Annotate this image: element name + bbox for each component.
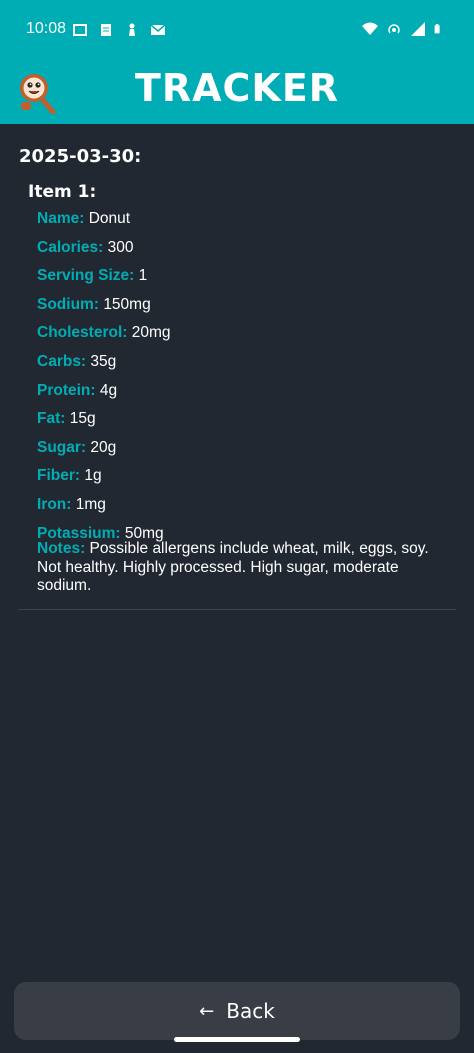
chess-pawn-icon: [129, 23, 135, 36]
field-label: Carbs:: [37, 352, 87, 370]
field-notes: Notes: Possible allergens include wheat,…: [37, 540, 452, 596]
app-header: 10:08 TRACKER: [0, 0, 474, 124]
field-value: 20mg: [131, 324, 171, 342]
field-label: Calories:: [37, 238, 104, 256]
document-icon: [101, 24, 111, 36]
notes-label: Notes:: [37, 540, 86, 557]
back-button-label: Back: [226, 999, 275, 1023]
field-label: Sugar:: [37, 438, 87, 456]
field-label: Serving Size:: [37, 267, 135, 285]
field-label: Protein:: [37, 381, 96, 399]
field-sugar: Sugar: 20g: [37, 437, 452, 466]
field-label: Potassium:: [37, 524, 121, 542]
status-bar: 10:08: [0, 0, 474, 60]
field-name: Name: Donut: [37, 208, 452, 237]
mail-icon: [150, 24, 166, 35]
field-value: 20g: [90, 438, 117, 456]
status-notification-icons: [72, 22, 166, 38]
field-serving-size: Serving Size: 1: [37, 265, 452, 294]
field-fat: Fat: 15g: [37, 408, 452, 437]
signal-icon: [411, 22, 425, 36]
field-label: Fiber:: [37, 467, 81, 485]
wifi-icon: [362, 22, 378, 35]
screenshot-icon: [73, 24, 87, 36]
status-system-icons: [362, 21, 444, 37]
field-value: 15g: [69, 410, 96, 428]
field-value: 4g: [99, 381, 118, 399]
field-iron: Iron: 1mg: [37, 494, 452, 523]
app-title: TRACKER: [134, 66, 340, 110]
field-value: 1: [138, 267, 148, 285]
field-value: 1g: [84, 467, 102, 485]
field-protein: Protein: 4g: [37, 380, 452, 409]
status-time: 10:08: [26, 20, 67, 37]
field-label: Iron:: [37, 495, 72, 513]
entry-date: 2025-03-30:: [19, 146, 142, 167]
field-value: 35g: [90, 352, 117, 370]
field-fiber: Fiber: 1g: [37, 465, 452, 494]
nutrition-fields: Name: Donut Calories: 300 Serving Size: …: [37, 208, 452, 551]
field-value: 1mg: [75, 495, 106, 513]
gesture-nav-handle[interactable]: [174, 1037, 300, 1042]
field-label: Cholesterol:: [37, 324, 128, 342]
hotspot-icon: [388, 24, 400, 34]
item-divider: [18, 609, 456, 610]
field-cholesterol: Cholesterol: 20mg: [37, 322, 452, 351]
item-heading: Item 1:: [28, 182, 97, 202]
field-calories: Calories: 300: [37, 237, 452, 266]
field-sodium: Sodium: 150mg: [37, 294, 452, 323]
field-label: Sodium:: [37, 295, 99, 313]
field-label: Name:: [37, 210, 85, 227]
field-label: Fat:: [37, 410, 66, 428]
field-value: 300: [107, 238, 134, 256]
field-value: Donut: [88, 210, 131, 227]
notes-value: Possible allergens include wheat, milk, …: [37, 540, 429, 594]
back-button[interactable]: ← Back: [14, 982, 460, 1040]
field-value: 50mg: [124, 524, 164, 542]
battery-icon: [434, 24, 440, 34]
field-carbs: Carbs: 35g: [37, 351, 452, 380]
arrow-left-icon: ←: [199, 1000, 215, 1022]
field-value: 150mg: [103, 295, 151, 313]
